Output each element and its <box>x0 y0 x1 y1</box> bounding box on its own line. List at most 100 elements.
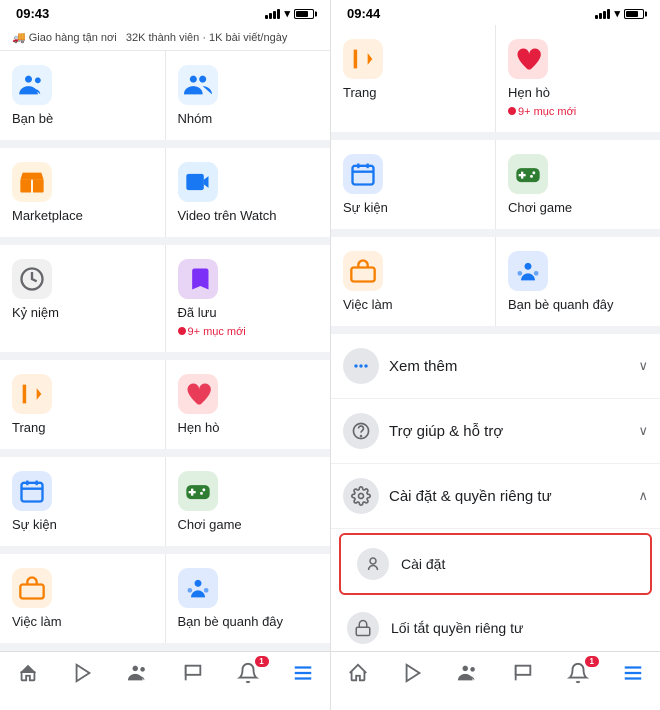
ban-be-icon <box>12 65 52 105</box>
choi-game-l-icon <box>178 471 218 511</box>
su-kien-r-label: Sự kiện <box>343 200 388 215</box>
da-luu-label-row: Đã lưu <box>178 305 217 320</box>
tab-bell-r[interactable]: 1 <box>557 658 599 694</box>
grid-item-ban-be[interactable]: Bạn bè <box>0 51 165 140</box>
grid-r-top3: Việc làm Bạn bè quanh đây <box>331 237 660 326</box>
da-luu-label: Đã lưu <box>178 305 217 320</box>
bbqd-l-label: Bạn bè quanh đây <box>178 614 284 629</box>
tro-giup-icon-r <box>343 413 379 449</box>
cai-dat-chevron-r: ∧ <box>638 488 648 504</box>
da-luu-icon <box>178 259 218 299</box>
time-right: 09:44 <box>347 6 380 21</box>
grid-item-choi-game-r[interactable]: Chơi game <box>496 140 660 229</box>
status-icons-right: ▾ <box>595 7 644 20</box>
da-luu-badge: 9+ mục mới <box>178 326 246 338</box>
tab-flag-l[interactable] <box>172 658 214 694</box>
sub-cai-dat-label: Cài đặt <box>401 556 445 572</box>
friends-tab-icon-l <box>127 662 149 690</box>
sub-loi-tat[interactable]: Lối tắt quyền riêng tư <box>331 599 660 651</box>
bbqd-l-icon <box>178 568 218 608</box>
bell-tab-icon-l <box>237 662 259 690</box>
grid-item-bbqd-l[interactable]: Bạn bè quanh đây <box>166 554 331 643</box>
xem-them-chevron-r: ∨ <box>638 358 648 374</box>
tab-video-l[interactable] <box>62 658 104 694</box>
tab-bar-right: 1 <box>331 651 660 710</box>
wifi-icon-r: ▾ <box>614 7 620 20</box>
tab-menu-r[interactable] <box>612 658 654 694</box>
xem-them-label-r: Xem thêm <box>389 358 628 375</box>
sub-cai-dat[interactable]: Cài đặt <box>341 535 650 593</box>
tab-friends-l[interactable] <box>117 658 159 694</box>
status-bar-right: 09:44 ▾ <box>331 0 660 25</box>
hen-ho-r-label: Hẹn hò <box>508 85 550 100</box>
tab-friends-r[interactable] <box>447 658 489 694</box>
tab-bar-left: 1 <box>0 651 330 710</box>
marketplace-icon <box>12 162 52 202</box>
flag-tab-icon-r <box>512 662 534 690</box>
grid-item-bbqd-r[interactable]: Bạn bè quanh đây <box>496 237 660 326</box>
grid-top: Bạn bè Nhóm <box>0 51 330 140</box>
home-tab-icon-l <box>17 662 39 690</box>
tro-giup-label-r: Trợ giúp & hỗ trợ <box>389 423 628 440</box>
bbqd-r-icon <box>508 251 548 291</box>
viec-lam-r-icon <box>343 251 383 291</box>
hen-ho-r-icon <box>508 39 548 79</box>
viec-lam-r-label: Việc làm <box>343 297 393 312</box>
home-tab-icon-r <box>347 662 369 690</box>
grid-item-ky-niem[interactable]: Kỷ niệm <box>0 245 165 352</box>
grid-item-viec-lam-r[interactable]: Việc làm <box>331 237 495 326</box>
choi-game-r-label: Chơi game <box>508 200 572 215</box>
trang-r-label: Trang <box>343 85 376 100</box>
delivery-text: 🚚 Giao hàng tận nơi <box>12 32 117 44</box>
xem-them-row-r[interactable]: Xem thêm ∨ <box>331 334 660 399</box>
red-dot-r <box>508 107 516 115</box>
tab-bell-l[interactable]: 1 <box>227 658 269 694</box>
friends-tab-icon-r <box>457 662 479 690</box>
trang-l-label: Trang <box>12 420 45 435</box>
battery-icon <box>294 9 314 19</box>
sub-loi-tat-icon <box>347 612 379 644</box>
tab-flag-r[interactable] <box>502 658 544 694</box>
nhom-label: Nhóm <box>178 111 213 126</box>
signal-icon-r <box>595 9 610 19</box>
grid-item-trang-l[interactable]: Trang <box>0 360 165 449</box>
red-dot <box>178 327 186 335</box>
su-kien-r-icon <box>343 154 383 194</box>
choi-game-r-icon <box>508 154 548 194</box>
grid-item-video[interactable]: Video trên Watch <box>166 148 331 237</box>
video-tab-icon-l <box>72 662 94 690</box>
tab-home-r[interactable] <box>337 658 379 694</box>
grid-item-su-kien-l[interactable]: Sự kiện <box>0 457 165 546</box>
section-rows-right: Xem thêm ∨ Trợ giúp & hỗ trợ ∨ Cài đặt &… <box>331 334 660 651</box>
video-label: Video trên Watch <box>178 208 277 223</box>
tab-menu-l[interactable] <box>282 658 324 694</box>
status-bar-left: 09:43 ▾ <box>0 0 330 25</box>
grid-item-marketplace[interactable]: Marketplace <box>0 148 165 237</box>
viec-lam-l-icon <box>12 568 52 608</box>
tab-home-l[interactable] <box>7 658 49 694</box>
grid-item-su-kien-r[interactable]: Sự kiện <box>331 140 495 229</box>
hen-ho-badge-r: 9+ mục mới <box>508 106 576 118</box>
cai-dat-row-r[interactable]: Cài đặt & quyền riêng tư ∧ <box>331 464 660 529</box>
hen-ho-l-icon <box>178 374 218 414</box>
grid-item-da-luu[interactable]: Đã lưu 9+ mục mới <box>166 245 331 352</box>
nhom-icon <box>178 65 218 105</box>
sub-loi-tat-label: Lối tắt quyền riêng tư <box>391 620 523 636</box>
menu-tab-icon-l <box>292 662 314 690</box>
tro-giup-row-r[interactable]: Trợ giúp & hỗ trợ ∨ <box>331 399 660 464</box>
bell-badge-l: 1 <box>255 656 269 667</box>
tab-video-r[interactable] <box>392 658 434 694</box>
grid-item-nhom[interactable]: Nhóm <box>166 51 331 140</box>
grid-item-choi-game-l[interactable]: Chơi game <box>166 457 331 546</box>
grid-mid1: Marketplace Video trên Watch <box>0 148 330 237</box>
menu-tab-icon-r <box>622 662 644 690</box>
grid-item-trang-r[interactable]: Trang <box>331 25 495 132</box>
status-icons-left: ▾ <box>265 7 314 20</box>
trang-l-icon <box>12 374 52 414</box>
cai-dat-label-r: Cài đặt & quyền riêng tư <box>389 488 628 505</box>
grid-item-hen-ho-r[interactable]: Hẹn hò 9+ mục mới <box>496 25 660 132</box>
ky-niem-icon <box>12 259 52 299</box>
cai-dat-highlighted-r: Cài đặt <box>339 533 652 595</box>
grid-item-viec-lam-l[interactable]: Việc làm <box>0 554 165 643</box>
grid-item-hen-ho-l[interactable]: Hẹn hò <box>166 360 331 449</box>
